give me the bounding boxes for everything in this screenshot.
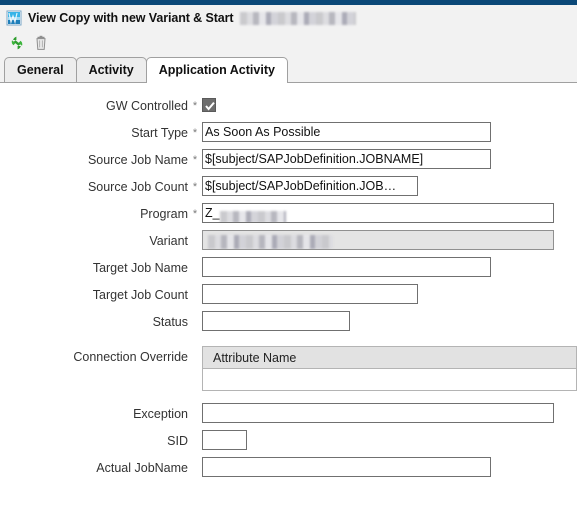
label-variant: Variant bbox=[149, 234, 188, 248]
variant-input[interactable] bbox=[202, 230, 554, 250]
label-target-job-name: Target Job Name bbox=[92, 261, 188, 275]
form-row-start-type: Start Type * As Soon As Possible bbox=[0, 122, 577, 149]
required-marker: * bbox=[192, 154, 198, 166]
target-job-name-input[interactable] bbox=[202, 257, 491, 277]
redacted-title-text bbox=[240, 11, 357, 25]
source-job-count-input[interactable]: $[subject/SAPJobDefinition.JOB… bbox=[202, 176, 418, 196]
label-status: Status bbox=[152, 315, 188, 329]
refresh-icon[interactable] bbox=[7, 33, 27, 53]
required-marker: * bbox=[192, 127, 198, 139]
exception-input[interactable] bbox=[202, 403, 554, 423]
form-row-sid: SID * bbox=[0, 430, 577, 457]
window-document-icon bbox=[6, 10, 22, 26]
delete-icon[interactable] bbox=[31, 33, 51, 53]
label-source-job-name: Source Job Name bbox=[87, 153, 188, 167]
target-job-count-input[interactable] bbox=[202, 284, 418, 304]
label-source-job-count: Source Job Count bbox=[87, 180, 188, 194]
tab-strip: General Activity Application Activity bbox=[0, 55, 577, 83]
required-marker: * bbox=[192, 208, 198, 220]
application-activity-form: GW Controlled * Start Type * As Soon As … bbox=[0, 83, 577, 484]
program-value: Z_ bbox=[205, 206, 220, 220]
program-input[interactable]: Z_ bbox=[202, 203, 554, 223]
label-connection-override: Connection Override bbox=[73, 350, 188, 364]
label-actual-jobname: Actual JobName bbox=[96, 461, 188, 475]
form-row-target-job-count: Target Job Count * bbox=[0, 284, 577, 311]
label-sid: SID bbox=[167, 434, 188, 448]
connection-override-grid[interactable]: Attribute Name bbox=[202, 346, 577, 391]
form-row-exception: Exception * bbox=[0, 403, 577, 430]
redacted-program-value bbox=[219, 210, 286, 222]
grid-empty-body bbox=[203, 369, 576, 390]
sid-input[interactable] bbox=[202, 430, 247, 450]
tab-general[interactable]: General bbox=[4, 57, 77, 82]
redacted-variant-value bbox=[208, 235, 333, 249]
grid-column-header-attribute-name[interactable]: Attribute Name bbox=[203, 347, 576, 369]
label-start-type: Start Type bbox=[131, 126, 188, 140]
source-job-name-input[interactable]: $[subject/SAPJobDefinition.JOBNAME] bbox=[202, 149, 491, 169]
form-row-target-job-name: Target Job Name * bbox=[0, 257, 577, 284]
window-title-bar: View Copy with new Variant & Start bbox=[0, 5, 577, 31]
toolbar bbox=[0, 31, 577, 55]
form-row-program: Program * Z_ bbox=[0, 203, 577, 230]
page-title: View Copy with new Variant & Start bbox=[28, 11, 234, 25]
label-program: Program bbox=[140, 207, 188, 221]
label-gw-controlled: GW Controlled bbox=[106, 99, 188, 113]
form-row-source-job-name: Source Job Name * $[subject/SAPJobDefini… bbox=[0, 149, 577, 176]
start-type-input[interactable]: As Soon As Possible bbox=[202, 122, 491, 142]
status-input[interactable] bbox=[202, 311, 350, 331]
form-row-actual-jobname: Actual JobName * bbox=[0, 457, 577, 484]
required-marker: * bbox=[192, 100, 198, 112]
form-row-gw-controlled: GW Controlled * bbox=[0, 95, 577, 122]
gw-controlled-checkbox[interactable] bbox=[202, 98, 216, 112]
form-row-connection-override: Connection Override * Attribute Name bbox=[0, 346, 577, 391]
label-target-job-count: Target Job Count bbox=[92, 288, 188, 302]
form-row-variant: Variant * bbox=[0, 230, 577, 257]
tab-application-activity[interactable]: Application Activity bbox=[145, 57, 288, 83]
label-exception: Exception bbox=[133, 407, 188, 421]
tab-activity[interactable]: Activity bbox=[75, 57, 147, 82]
actual-jobname-input[interactable] bbox=[202, 457, 491, 477]
required-marker: * bbox=[192, 181, 198, 193]
form-row-source-job-count: Source Job Count * $[subject/SAPJobDefin… bbox=[0, 176, 577, 203]
form-row-status: Status * bbox=[0, 311, 577, 338]
